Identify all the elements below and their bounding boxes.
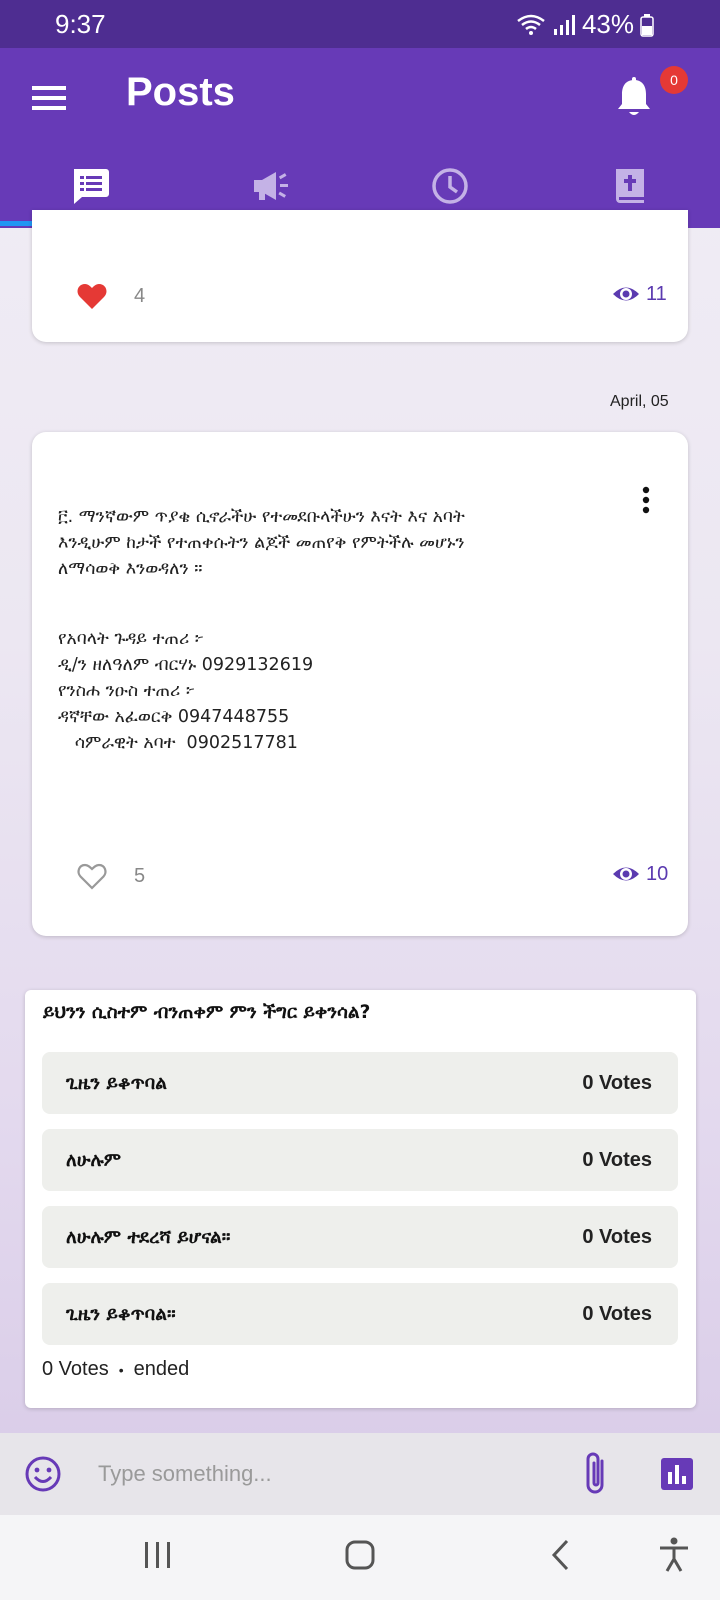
emoji-icon[interactable] xyxy=(24,1455,62,1493)
eye-icon xyxy=(613,287,639,301)
poll-card: ይህንን ሲስተም ብንጠቀም ምን ችግር ይቀንሳል? ጊዜን ይቆጥባል … xyxy=(25,990,696,1408)
app-bar: Posts 0 xyxy=(0,48,720,228)
message-input[interactable] xyxy=(98,1449,548,1499)
signal-icon xyxy=(553,14,575,35)
poll-option-votes: 0 Votes xyxy=(582,1071,652,1094)
battery-percent: 43% xyxy=(581,9,634,39)
message-composer xyxy=(0,1433,720,1515)
back-icon[interactable] xyxy=(540,1533,584,1577)
poll-option-label: ለሁሉም xyxy=(66,1149,122,1171)
heart-outline-icon[interactable] xyxy=(76,860,108,892)
feed-icon xyxy=(74,169,109,204)
eye-icon xyxy=(613,867,639,881)
notification-bell-icon[interactable] xyxy=(614,76,654,120)
poll-option[interactable]: ጊዜን ይቆጥባል። 0 Votes xyxy=(42,1283,678,1345)
view-count-text: 10 xyxy=(646,862,669,885)
more-vertical-icon[interactable] xyxy=(630,484,662,516)
hamburger-menu-icon[interactable] xyxy=(30,78,70,118)
home-icon[interactable] xyxy=(338,1533,382,1577)
page-title: Posts xyxy=(126,70,235,114)
post-body-text: ፫. ማንኛውም ጥያቄ ሲኖራችሁ የተመደቡላችሁን እናት እና አባት … xyxy=(58,507,465,579)
wifi-icon xyxy=(517,14,545,35)
view-count-text: 11 xyxy=(646,282,667,305)
poll-option[interactable]: ጊዜን ይቆጥባል 0 Votes xyxy=(42,1052,678,1114)
poll-option[interactable]: ለሁሉም 0 Votes xyxy=(42,1129,678,1191)
poll-question: ይህንን ሲስተም ብንጠቀም ምን ችግር ይቀንሳል? xyxy=(43,1002,371,1023)
status-bar: 9:37 43% xyxy=(0,0,720,48)
post-date: April, 05 xyxy=(610,393,669,410)
poll-option-label: ለሁሉም ተደረሻ ይሆናል። xyxy=(66,1226,231,1248)
view-count: 11 xyxy=(612,280,667,308)
paperclip-icon[interactable] xyxy=(578,1449,614,1499)
heart-filled-icon[interactable] xyxy=(76,280,108,312)
clock-icon xyxy=(432,168,468,204)
poll-total-votes: 0 Votes xyxy=(42,1358,109,1380)
poll-option-votes: 0 Votes xyxy=(582,1302,652,1325)
poll-chart-icon[interactable] xyxy=(660,1457,694,1491)
poll-status: ended xyxy=(133,1358,190,1380)
post-contacts-text: የአባላት ጉዳይ ተጠሪ ፦ ዲ/ን ዘለዓለም ብርሃኑ 092913261… xyxy=(58,629,314,753)
poll-option[interactable]: ለሁሉም ተደረሻ ይሆናል። 0 Votes xyxy=(42,1206,678,1268)
poll-option-votes: 0 Votes xyxy=(582,1148,652,1171)
battery-icon xyxy=(640,13,654,37)
recent-apps-icon[interactable] xyxy=(136,1533,180,1577)
poll-footer: 0 Votes • ended xyxy=(42,1358,189,1381)
accessibility-icon[interactable] xyxy=(652,1533,696,1577)
status-time: 9:37 xyxy=(55,9,106,39)
megaphone-icon xyxy=(254,172,288,200)
view-count: 10 xyxy=(612,860,668,888)
poll-option-label: ጊዜን ይቆጥባል። xyxy=(66,1303,176,1325)
like-count: 5 xyxy=(134,864,146,887)
like-count: 4 xyxy=(134,284,146,307)
notification-badge: 0 xyxy=(660,66,688,94)
poll-option-label: ጊዜን ይቆጥባል xyxy=(66,1072,167,1094)
poll-option-votes: 0 Votes xyxy=(582,1225,652,1248)
post-card: 4 11 xyxy=(32,210,688,342)
bible-book-icon xyxy=(616,169,644,203)
poll-separator: • xyxy=(118,1361,124,1378)
system-nav-bar xyxy=(0,1515,720,1600)
